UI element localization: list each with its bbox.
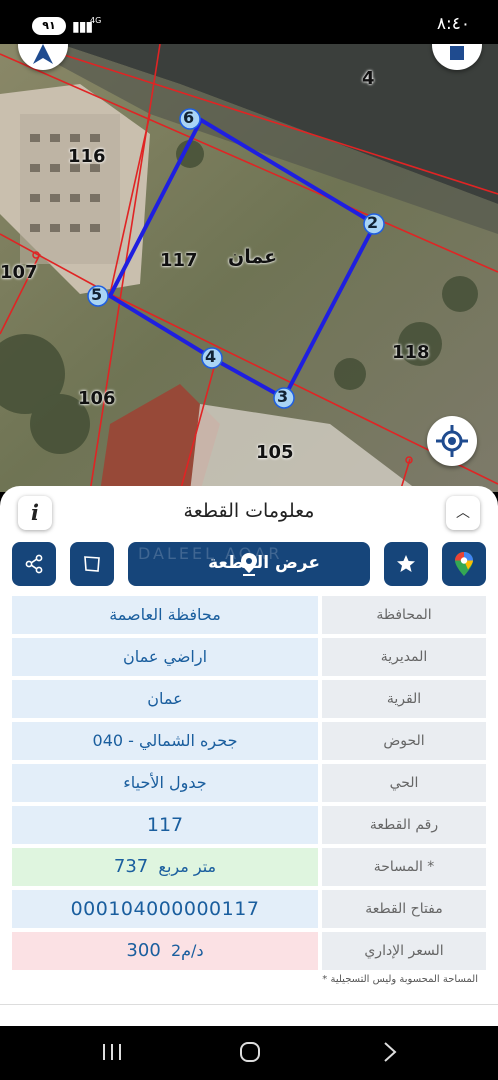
vertex-label: 5 — [91, 285, 103, 304]
row-value: عمان — [12, 680, 318, 718]
google-maps-icon — [455, 552, 473, 576]
row-key: السعر الإداري — [322, 932, 486, 970]
row-value: متر مربع 737 — [12, 848, 318, 886]
back-button[interactable] — [378, 1040, 402, 1068]
row-value: جدول الأحياء — [12, 764, 318, 802]
row-key: رقم القطعة — [322, 806, 486, 844]
crosshair-icon — [436, 425, 468, 457]
parcel-label: 105 — [256, 442, 294, 463]
recent-apps-button[interactable] — [100, 1040, 124, 1068]
map-canvas — [0, 44, 498, 492]
system-nav-bar — [0, 1026, 498, 1080]
table-row: السعر الإداري د/م2 300 — [12, 932, 486, 970]
panel-title: معلومات القطعة — [183, 500, 315, 522]
row-value: جحره الشمالي - 040 — [12, 722, 318, 760]
collapse-button[interactable]: ︿ — [446, 496, 480, 530]
polygon-icon — [84, 556, 100, 572]
status-bar: ٩١ ▮▮▮ 4G ٨:٤٠ — [0, 0, 498, 44]
parcel-label: 4 — [362, 68, 375, 89]
price-number: 300 — [126, 940, 161, 961]
compass-button[interactable] — [18, 44, 68, 70]
share-button[interactable] — [12, 542, 56, 586]
table-row: الحوض جحره الشمالي - 040 — [12, 722, 486, 760]
star-icon — [397, 555, 415, 572]
clock: ٨:٤٠ — [436, 14, 470, 34]
row-value: اراضي عمان — [12, 638, 318, 676]
chevron-up-icon: ︿ — [456, 505, 470, 521]
table-row: المساحة * متر مربع 737 — [12, 848, 486, 886]
show-plot-button[interactable]: DALEEL AQAR عرض القطعة — [128, 542, 370, 586]
location-pin-icon — [241, 553, 257, 576]
row-value: د/م2 300 — [12, 932, 318, 970]
area-footnote: * المساحة المحسوبة وليس التسجيلية — [322, 974, 478, 985]
row-key: المساحة * — [322, 848, 486, 886]
row-key: الحوض — [322, 722, 486, 760]
vertex-label: 6 — [183, 108, 195, 127]
parcel-label: 116 — [68, 146, 106, 167]
table-row: الحي جدول الأحياء — [12, 764, 486, 802]
area-unit: متر مربع — [158, 857, 217, 876]
area-label: عمان — [228, 246, 278, 268]
price-unit: د/م2 — [170, 941, 204, 960]
parcel-label: 106 — [78, 388, 116, 409]
satellite-map[interactable]: 6 2 3 4 5 116 117 118 107 106 105 4 عمان — [0, 44, 498, 492]
home-icon — [240, 1042, 260, 1062]
vertex-label: 3 — [277, 387, 289, 406]
locate-me-button[interactable] — [427, 416, 477, 466]
show-plot-label: عرض القطعة — [208, 553, 320, 573]
bottom-tab-strip — [0, 1004, 498, 1027]
boundary-button[interactable] — [70, 542, 114, 586]
table-row: المحافظة محافظة العاصمة — [12, 596, 486, 634]
vertex-label: 2 — [367, 213, 379, 232]
row-key: المديرية — [322, 638, 486, 676]
table-row: القرية عمان — [12, 680, 486, 718]
parcel-label: 117 — [160, 250, 198, 271]
favorite-button[interactable] — [384, 542, 428, 586]
parcel-label: 118 — [392, 342, 430, 363]
vertex-label: 4 — [205, 347, 217, 366]
google-maps-button[interactable] — [442, 542, 486, 586]
share-icon — [25, 554, 43, 574]
row-key: الحي — [322, 764, 486, 802]
recent-apps-icon — [103, 1044, 121, 1060]
battery-indicator: ٩١ — [32, 17, 66, 35]
table-row: المديرية اراضي عمان — [12, 638, 486, 676]
row-value: محافظة العاصمة — [12, 596, 318, 634]
row-value: 117 — [12, 806, 318, 844]
north-arrow-icon — [33, 44, 53, 64]
plot-details-table: المحافظة محافظة العاصمة المديرية اراضي ع… — [12, 596, 486, 974]
area-number: 737 — [113, 856, 149, 877]
network-type: 4G — [90, 16, 102, 25]
back-arrow-icon — [384, 1042, 397, 1062]
table-row: مفتاح القطعة 000104000000117 — [12, 890, 486, 928]
row-key: المحافظة — [322, 596, 486, 634]
home-button[interactable] — [238, 1040, 262, 1068]
row-value: 000104000000117 — [12, 890, 318, 928]
table-row: رقم القطعة 117 — [12, 806, 486, 844]
layers-icon — [450, 46, 464, 60]
parcel-label: 107 — [0, 262, 38, 283]
plot-info-panel: i معلومات القطعة ︿ DALEEL AQAR عرض القطع… — [0, 486, 498, 1026]
row-key: مفتاح القطعة — [322, 890, 486, 928]
row-key: القرية — [322, 680, 486, 718]
layers-button[interactable] — [432, 44, 482, 70]
